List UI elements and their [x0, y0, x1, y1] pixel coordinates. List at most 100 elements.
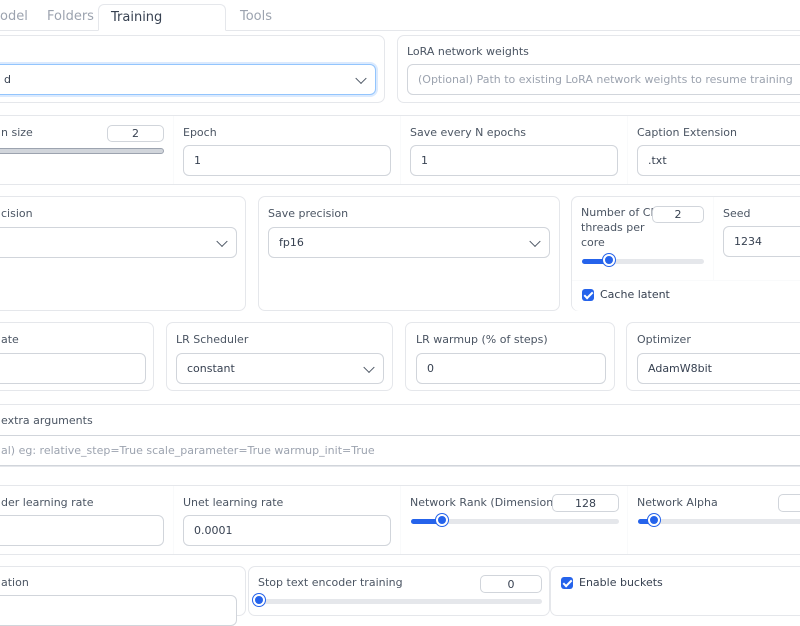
mixed-precision-label: cision — [1, 207, 33, 220]
text-encoder-lr-cell: der learning rate — [0, 486, 173, 554]
unet-lr-value: 0.0001 — [194, 524, 233, 537]
save-every-value: 1 — [421, 154, 428, 167]
network-params-group: der learning rate Unet learning rate 0.0… — [0, 485, 800, 555]
lr-warmup-panel: LR warmup (% of steps) 0 — [405, 322, 615, 391]
cache-latent-checkbox[interactable] — [582, 289, 594, 301]
save-precision-panel: Save precision fp16 — [258, 196, 560, 311]
network-rank-number[interactable]: 128 — [552, 494, 619, 512]
save-every-cell: Save every N epochs 1 — [401, 116, 627, 184]
learning-rate-input[interactable] — [0, 353, 146, 384]
enable-buckets-panel: Enable buckets — [550, 566, 800, 616]
chevron-down-icon — [355, 72, 367, 84]
network-rank-slider-thumb[interactable] — [436, 514, 448, 526]
caption-extension-value: .txt — [648, 154, 667, 167]
cpu-threads-slider[interactable] — [582, 254, 704, 266]
lr-scheduler-value: constant — [187, 362, 235, 375]
learning-rate-label: ate — [1, 333, 19, 346]
cpu-threads-label-3: core — [581, 236, 605, 249]
text-encoder-lr-input[interactable] — [0, 515, 164, 546]
optimizer-extra-args-label: extra arguments — [1, 414, 93, 427]
stop-text-encoder-slider-thumb[interactable] — [253, 594, 265, 606]
optimizer-panel: Optimizer AdamW8bit — [626, 322, 800, 391]
optimizer-extra-args-panel: extra arguments al) eg: relative_step=Tr… — [0, 404, 800, 467]
text-encoder-lr-label: der learning rate — [1, 496, 94, 509]
lora-weights-placeholder: (Optional) Path to existing LoRA network… — [418, 73, 793, 86]
network-rank-slider[interactable] — [411, 514, 619, 526]
optimizer-label: Optimizer — [637, 333, 691, 346]
chevron-down-icon — [216, 235, 228, 247]
unet-lr-label: Unet learning rate — [183, 496, 284, 509]
chevron-down-icon — [363, 361, 375, 373]
network-alpha-slider-thumb[interactable] — [648, 514, 660, 526]
cpu-threads-slider-thumb[interactable] — [603, 254, 615, 266]
optimizer-select[interactable]: AdamW8bit — [637, 353, 800, 384]
tab-tools[interactable]: Tools — [240, 4, 272, 31]
model-select[interactable]: d — [0, 64, 376, 95]
batch-size-slider[interactable] — [0, 148, 164, 154]
model-select-value: d — [4, 73, 11, 86]
epoch-cell: Epoch 1 — [174, 116, 400, 184]
cpu-seed-panel: Number of CPU threads per core 2 Seed 12… — [571, 196, 800, 311]
batch-size-label: n size — [1, 126, 33, 139]
enable-buckets-label: Enable buckets — [579, 576, 663, 589]
network-rank-cell: Network Rank (Dimension) 128 — [401, 486, 627, 554]
epoch-input[interactable]: 1 — [183, 145, 391, 176]
seed-input[interactable]: 1234 — [723, 226, 800, 257]
cpu-threads-number[interactable]: 2 — [652, 206, 704, 223]
seed-value: 1234 — [734, 235, 762, 248]
cpu-threads-label-2: threads per — [581, 221, 645, 234]
optimizer-extra-args-input[interactable]: al) eg: relative_step=True scale_paramet… — [0, 435, 800, 466]
lora-weights-label: LoRA network weights — [407, 45, 529, 58]
network-alpha-number[interactable] — [778, 494, 800, 512]
row7-left-panel: ation — [0, 566, 246, 626]
basic-params-group: n size 2 Epoch 1 Save every N epochs 1 C… — [0, 115, 800, 185]
save-every-input[interactable]: 1 — [410, 145, 618, 176]
seed-cell: Seed 1234 — [714, 197, 800, 280]
network-alpha-label: Network Alpha — [637, 496, 718, 509]
tab-bar: odel Folders Training parameters Tools — [0, 0, 800, 50]
lora-weights-panel: LoRA network weights (Optional) Path to … — [397, 35, 800, 103]
chevron-down-icon — [529, 235, 541, 247]
model-select-panel: d — [0, 35, 385, 103]
optimizer-value: AdamW8bit — [648, 362, 712, 375]
lr-warmup-label: LR warmup (% of steps) — [416, 333, 548, 346]
enable-buckets-checkbox[interactable] — [561, 577, 573, 589]
row7-left-label: ation — [1, 576, 29, 589]
mixed-precision-panel: cision — [0, 196, 246, 311]
batch-size-number[interactable]: 2 — [107, 125, 164, 142]
save-every-label: Save every N epochs — [410, 126, 527, 139]
cache-latent-cell: Cache latent — [572, 281, 800, 311]
caption-extension-cell: Caption Extension .txt — [628, 116, 800, 184]
tab-training-parameters[interactable]: Training parameters — [98, 4, 226, 50]
epoch-label: Epoch — [183, 126, 217, 139]
caption-extension-label: Caption Extension — [637, 126, 737, 139]
caption-extension-input[interactable]: .txt — [637, 145, 800, 176]
stop-text-encoder-number[interactable]: 0 — [480, 575, 542, 593]
epoch-value: 1 — [194, 154, 201, 167]
lr-scheduler-select[interactable]: constant — [176, 353, 384, 384]
cpu-threads-cell: Number of CPU threads per core 2 — [572, 197, 713, 280]
save-precision-select[interactable]: fp16 — [268, 227, 550, 258]
cache-latent-label: Cache latent — [600, 288, 670, 301]
save-precision-value: fp16 — [279, 236, 304, 249]
network-rank-label: Network Rank (Dimension) — [410, 496, 558, 509]
stop-text-encoder-label: Stop text encoder training — [258, 576, 403, 589]
lr-warmup-value: 0 — [427, 362, 434, 375]
lr-warmup-input[interactable]: 0 — [416, 353, 606, 384]
unet-lr-input[interactable]: 0.0001 — [183, 515, 391, 546]
learning-rate-panel: ate — [0, 322, 154, 391]
unet-lr-cell: Unet learning rate 0.0001 — [174, 486, 400, 554]
seed-label: Seed — [723, 207, 751, 220]
save-precision-label: Save precision — [268, 207, 349, 220]
tab-model[interactable]: odel — [0, 4, 28, 31]
stop-text-encoder-panel: Stop text encoder training 0 — [248, 566, 550, 616]
network-alpha-cell: Network Alpha — [628, 486, 800, 554]
lr-scheduler-label: LR Scheduler — [176, 333, 249, 346]
mixed-precision-select[interactable] — [0, 227, 237, 258]
optimizer-extra-args-placeholder: al) eg: relative_step=True scale_paramet… — [1, 444, 375, 457]
batch-size-cell: n size 2 — [0, 116, 173, 184]
lr-scheduler-panel: LR Scheduler constant — [166, 322, 393, 391]
lora-weights-input[interactable]: (Optional) Path to existing LoRA network… — [407, 64, 800, 95]
network-alpha-slider[interactable] — [638, 514, 800, 526]
tab-folders[interactable]: Folders — [47, 4, 94, 31]
